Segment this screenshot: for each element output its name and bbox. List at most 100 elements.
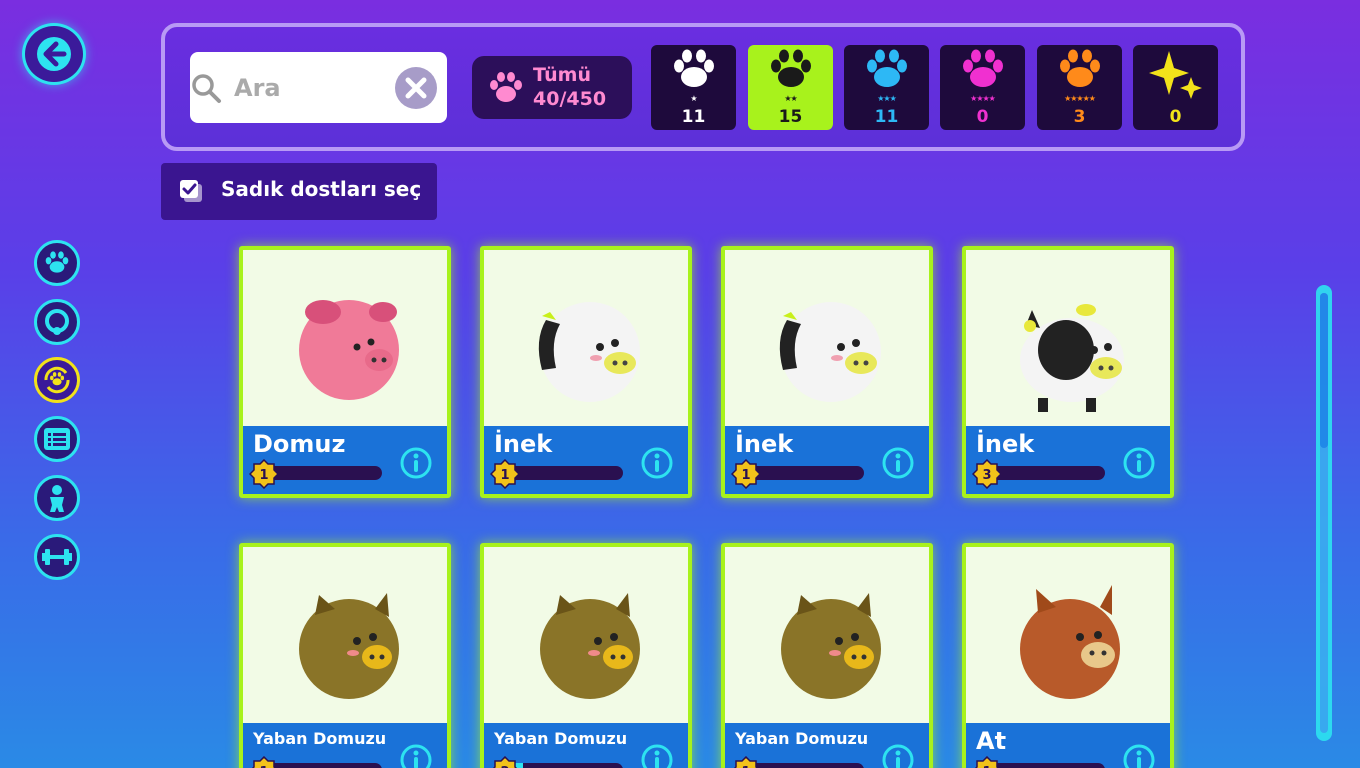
rarity-filter-5[interactable]: ★★★★★ 3 <box>1037 45 1122 130</box>
pet-card-footer: İnek 3 <box>966 426 1170 494</box>
horse-image <box>1020 585 1120 699</box>
all-filter-button[interactable]: Tümü 40/450 <box>472 56 632 119</box>
level-number: 1 <box>500 468 509 483</box>
rarity-count: 0 <box>1169 107 1182 127</box>
pig-image <box>299 300 399 400</box>
sidebar-paw-cycle[interactable] <box>34 357 80 403</box>
scrollbar-thumb[interactable] <box>1320 293 1328 448</box>
rarity-stars: ★★ <box>784 94 797 103</box>
paw-icon <box>674 49 714 87</box>
pet-card-footer: Yaban Domuzu 1 <box>725 723 929 768</box>
level-badge-icon: 1 <box>251 756 277 768</box>
boar-image <box>540 593 640 699</box>
sidebar-list[interactable] <box>34 416 80 462</box>
level-badge-icon: 3 <box>972 459 1002 489</box>
rarity-stars: ★★★★★ <box>1064 94 1096 103</box>
level-badge-icon: 1 <box>733 756 759 768</box>
pet-name: Domuz <box>253 430 346 458</box>
level-badge-icon: 1 <box>731 459 761 489</box>
level-badge-icon: 1 <box>249 459 279 489</box>
boar-image <box>781 593 881 699</box>
pet-name: Yaban Domuzu <box>253 729 387 748</box>
info-icon[interactable] <box>881 743 915 768</box>
info-icon[interactable] <box>1122 446 1156 480</box>
info-icon[interactable] <box>399 743 433 768</box>
paw-cycle-icon <box>44 366 70 394</box>
info-icon[interactable] <box>1122 743 1156 768</box>
pet-card[interactable]: İnek 1 <box>721 246 933 498</box>
paw-icon <box>490 72 522 102</box>
info-icon[interactable] <box>399 446 433 480</box>
sidebar-character[interactable] <box>34 475 80 521</box>
pet-name: At <box>976 727 1007 755</box>
paw-icon <box>963 49 1003 87</box>
pet-name: İnek <box>976 430 1035 458</box>
sidebar-collar[interactable] <box>34 299 80 345</box>
rarity-count: 15 <box>778 107 803 127</box>
pet-name: İnek <box>494 430 553 458</box>
level-number: 3 <box>982 468 991 483</box>
rarity-count: 11 <box>681 107 706 127</box>
dumbbell-icon <box>42 549 72 565</box>
pet-card[interactable]: At 1 <box>962 543 1174 768</box>
level-badge-icon: 1 <box>490 459 520 489</box>
arrow-left-icon <box>37 37 71 71</box>
select-loyal-friends-button[interactable]: Sadık dostları seç <box>161 163 437 220</box>
rarity-count: 11 <box>874 107 899 127</box>
all-filter-count: 40/450 <box>533 88 607 110</box>
cow-image <box>779 302 881 402</box>
back-button[interactable] <box>22 23 86 85</box>
pet-card-footer: At 1 <box>966 723 1170 768</box>
checkbox-stack-icon <box>180 180 202 202</box>
pet-card-footer: Yaban Domuzu 2 <box>484 723 688 768</box>
rarity-filter-2[interactable]: ★★ 15 <box>748 45 833 130</box>
rarity-stars: ★★★ <box>877 94 897 103</box>
pet-card[interactable]: İnek 1 <box>480 246 692 498</box>
sidebar-pets[interactable] <box>34 240 80 286</box>
sidebar-training[interactable] <box>34 534 80 580</box>
clear-icon[interactable] <box>395 67 437 109</box>
rarity-count: 3 <box>1073 107 1086 127</box>
info-icon[interactable] <box>640 446 674 480</box>
pet-card[interactable]: Yaban Domuzu 1 <box>239 543 451 768</box>
pet-name: Yaban Domuzu <box>494 729 628 748</box>
all-filter-label: Tümü <box>533 64 592 86</box>
pet-card[interactable]: İnek 3 <box>962 246 1174 498</box>
rarity-stars: ★ <box>690 94 697 103</box>
pet-card[interactable]: Yaban Domuzu 2 <box>480 543 692 768</box>
pet-name: Yaban Domuzu <box>735 729 869 748</box>
pet-card-footer: İnek 1 <box>484 426 688 494</box>
level-badge-icon: 1 <box>974 756 1000 768</box>
paw-icon <box>1060 49 1100 87</box>
pet-card[interactable]: Yaban Domuzu 1 <box>721 543 933 768</box>
character-icon <box>50 485 64 512</box>
rarity-filter-sparkle[interactable]: 0 <box>1133 45 1218 130</box>
pet-card[interactable]: Domuz 1 <box>239 246 451 498</box>
level-number: 1 <box>259 468 268 483</box>
paw-icon <box>771 49 811 87</box>
pet-name: İnek <box>735 430 794 458</box>
paw-icon <box>45 251 69 273</box>
rarity-stars: ★★★★ <box>970 94 996 103</box>
search-icon <box>192 74 221 103</box>
rarity-filter-4[interactable]: ★★★★ 0 <box>940 45 1025 130</box>
cow-image <box>1020 304 1124 412</box>
info-icon[interactable] <box>640 743 674 768</box>
boar-image <box>299 593 399 699</box>
pet-card-footer: Yaban Domuzu 1 <box>243 723 447 768</box>
pet-card-footer: İnek 1 <box>725 426 929 494</box>
level-number: 1 <box>741 468 750 483</box>
pet-card-footer: Domuz 1 <box>243 426 447 494</box>
rarity-filter-3[interactable]: ★★★ 11 <box>844 45 929 130</box>
search-box[interactable] <box>190 52 447 123</box>
scrollbar[interactable] <box>1316 285 1332 741</box>
collar-icon <box>45 309 69 335</box>
select-loyal-friends-label: Sadık dostları seç <box>221 177 422 201</box>
cow-image <box>538 302 640 402</box>
search-input[interactable] <box>234 70 384 106</box>
rarity-filter-1[interactable]: ★ 11 <box>651 45 736 130</box>
info-icon[interactable] <box>881 446 915 480</box>
sparkle-icon <box>1149 51 1202 99</box>
list-icon <box>44 428 70 450</box>
rarity-count: 0 <box>976 107 989 127</box>
